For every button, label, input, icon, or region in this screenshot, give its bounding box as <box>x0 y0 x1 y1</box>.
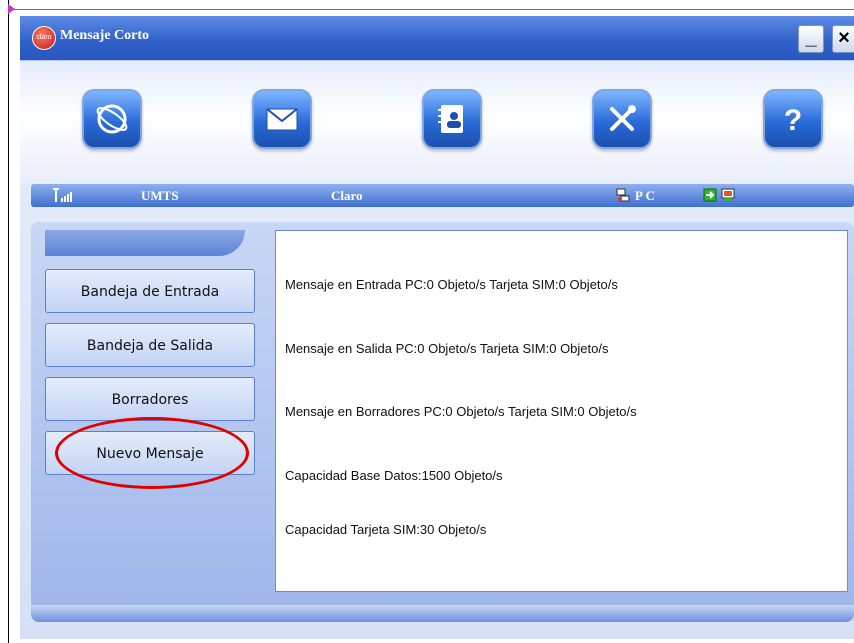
connect-icon[interactable] <box>703 188 717 202</box>
status-bar: UMTS Claro P C <box>31 184 854 207</box>
contacts-book-icon[interactable] <box>422 89 482 149</box>
message-status-icon[interactable] <box>721 188 735 202</box>
operator-name: Claro <box>331 188 363 203</box>
help-question-icon[interactable]: ? <box>763 89 823 149</box>
network-type: UMTS <box>141 188 179 203</box>
summary-panel: Mensaje en Entrada PC:0 Objeto/s Tarjeta… <box>275 230 848 592</box>
minimize-button[interactable]: _ <box>798 25 824 53</box>
claro-logo: claro <box>32 26 56 50</box>
sim-capacity: Capacidad Tarjeta SIM:30 Objeto/s <box>285 522 487 537</box>
close-button[interactable]: × <box>832 25 854 53</box>
content-area: Bandeja de Entrada Bandeja de Salida Bor… <box>31 222 854 622</box>
signal-strength-icon <box>53 188 72 202</box>
main-toolbar: ? <box>20 60 854 183</box>
frame-left-line <box>8 0 9 643</box>
help-glyph: ? <box>784 104 802 137</box>
outbox-button[interactable]: Bandeja de Salida <box>45 323 255 367</box>
drafts-summary: Mensaje en Borradores PC:0 Objeto/s Tarj… <box>285 404 637 419</box>
frame-top-line <box>8 9 854 10</box>
pc-storage-icon <box>616 188 630 202</box>
window-title: Mensaje Corto <box>60 28 150 43</box>
drafts-button[interactable]: Borradores <box>45 377 255 421</box>
internet-globe-icon[interactable] <box>82 89 142 149</box>
inbox-button[interactable]: Bandeja de Entrada <box>45 269 255 313</box>
arrow-marker-icon <box>8 4 15 14</box>
database-capacity: Capacidad Base Datos:1500 Objeto/s <box>285 468 503 483</box>
bottom-bar <box>31 605 854 622</box>
sms-window: claro Mensaje Corto _ × ? UMTS Claro P C… <box>20 16 854 639</box>
outbox-summary: Mensaje en Salida PC:0 Objeto/s Tarjeta … <box>285 341 609 356</box>
title-bar: claro Mensaje Corto _ × <box>20 16 854 60</box>
new-message-button[interactable]: Nuevo Mensaje <box>45 431 255 475</box>
inbox-summary: Mensaje en Entrada PC:0 Objeto/s Tarjeta… <box>285 277 618 292</box>
storage-label: P C <box>635 188 655 203</box>
sidebar-header-decoration <box>45 230 245 256</box>
settings-tools-icon[interactable] <box>592 89 652 149</box>
message-envelope-icon[interactable] <box>252 89 312 149</box>
